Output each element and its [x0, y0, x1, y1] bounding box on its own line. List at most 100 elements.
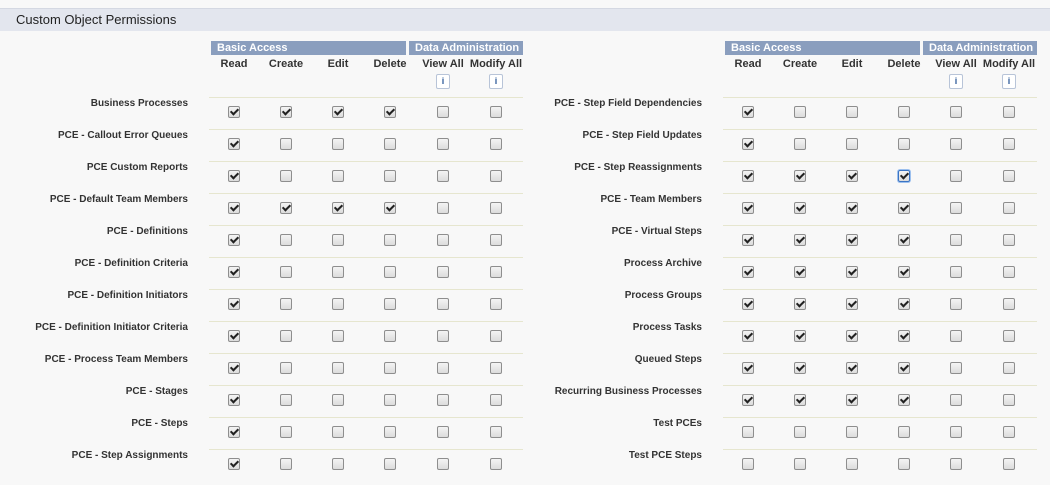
- object-label: PCE - Step Field Updates: [582, 130, 702, 141]
- row-divider: [723, 257, 1037, 258]
- permission-checkbox-delete[interactable]: [898, 426, 910, 438]
- info-icon[interactable]: i: [489, 74, 503, 89]
- permission-checkbox-edit[interactable]: [846, 266, 858, 278]
- permission-checkbox-create[interactable]: [794, 170, 806, 182]
- permission-checkbox-delete[interactable]: [898, 362, 910, 374]
- permission-checkbox-edit[interactable]: [846, 362, 858, 374]
- permission-checkbox-delete[interactable]: [898, 106, 910, 118]
- permission-checkbox-delete[interactable]: [898, 394, 910, 406]
- column-header-view-all: View All: [422, 58, 464, 70]
- permission-checkbox-view-all[interactable]: [950, 362, 962, 374]
- permission-checkbox-read[interactable]: [742, 362, 754, 374]
- row-divider: [723, 385, 1037, 386]
- row-divider: [723, 161, 1037, 162]
- permission-checkbox-modify-all[interactable]: [1003, 330, 1015, 342]
- permission-checkbox-read[interactable]: [742, 426, 754, 438]
- permission-checkbox-modify-all[interactable]: [1003, 170, 1015, 182]
- permission-checkbox-delete[interactable]: [898, 458, 910, 470]
- permission-checkbox-modify-all[interactable]: [1003, 394, 1015, 406]
- object-label: PCE - Virtual Steps: [611, 226, 702, 237]
- object-label: Test PCEs: [653, 418, 702, 429]
- permission-checkbox-view-all[interactable]: [950, 458, 962, 470]
- permission-checkbox-modify-all[interactable]: [1003, 362, 1015, 374]
- permission-checkbox-create[interactable]: [794, 394, 806, 406]
- permission-checkbox-create[interactable]: [794, 362, 806, 374]
- info-icon[interactable]: i: [1002, 74, 1016, 89]
- permission-checkbox-read[interactable]: [742, 298, 754, 310]
- permission-checkbox-edit[interactable]: [846, 426, 858, 438]
- permission-checkbox-view-all[interactable]: [950, 394, 962, 406]
- permission-checkbox-read[interactable]: [742, 170, 754, 182]
- permission-checkbox-modify-all[interactable]: [1003, 266, 1015, 278]
- permission-checkbox-delete[interactable]: [898, 138, 910, 150]
- permission-checkbox-read[interactable]: [742, 106, 754, 118]
- permission-checkbox-edit[interactable]: [846, 298, 858, 310]
- permission-checkbox-create[interactable]: [794, 426, 806, 438]
- permission-checkbox-modify-all[interactable]: [1003, 458, 1015, 470]
- permission-checkbox-read[interactable]: [742, 138, 754, 150]
- permission-checkbox-edit[interactable]: [846, 202, 858, 214]
- info-icon[interactable]: i: [436, 74, 450, 89]
- permission-checkbox-read[interactable]: [742, 394, 754, 406]
- permission-checkbox-create[interactable]: [794, 298, 806, 310]
- permission-checkbox-modify-all[interactable]: [1003, 202, 1015, 214]
- object-label: Process Groups: [624, 290, 702, 301]
- section-title: Custom Object Permissions: [16, 12, 177, 27]
- permission-checkbox-modify-all[interactable]: [1003, 234, 1015, 246]
- object-label: Recurring Business Processes: [554, 386, 702, 397]
- permission-checkbox-view-all[interactable]: [950, 202, 962, 214]
- permission-checkbox-edit[interactable]: [846, 330, 858, 342]
- object-label: PCE - Step Reassignments: [574, 162, 702, 173]
- permission-checkbox-create[interactable]: [794, 138, 806, 150]
- permission-checkbox-view-all[interactable]: [950, 234, 962, 246]
- permission-checkbox-view-all[interactable]: [950, 106, 962, 118]
- permission-checkbox-read[interactable]: [742, 458, 754, 470]
- permission-checkbox-delete[interactable]: [898, 170, 910, 182]
- permission-checkbox-view-all[interactable]: [950, 170, 962, 182]
- row-divider: [723, 353, 1037, 354]
- permission-checkbox-create[interactable]: [794, 202, 806, 214]
- permission-checkbox-read[interactable]: [742, 266, 754, 278]
- permission-checkbox-view-all[interactable]: [950, 266, 962, 278]
- permission-checkbox-view-all[interactable]: [950, 426, 962, 438]
- permission-checkbox-delete[interactable]: [898, 234, 910, 246]
- column-header-read: Read: [734, 58, 762, 70]
- permission-checkbox-read[interactable]: [742, 234, 754, 246]
- permission-checkbox-edit[interactable]: [846, 458, 858, 470]
- row-divider: [723, 321, 1037, 322]
- column-header-create: Create: [782, 58, 818, 70]
- permission-checkbox-delete[interactable]: [898, 202, 910, 214]
- permission-checkbox-read[interactable]: [742, 202, 754, 214]
- column-header-delete: Delete: [887, 58, 921, 70]
- permission-checkbox-read[interactable]: [742, 330, 754, 342]
- permission-checkbox-edit[interactable]: [846, 138, 858, 150]
- info-icon[interactable]: i: [949, 74, 963, 89]
- permission-checkbox-view-all[interactable]: [950, 298, 962, 310]
- permission-checkbox-delete[interactable]: [898, 298, 910, 310]
- row-divider: [723, 129, 1037, 130]
- object-label: Process Tasks: [632, 322, 702, 333]
- column-header-edit: Edit: [327, 58, 349, 70]
- permission-checkbox-delete[interactable]: [898, 266, 910, 278]
- permission-checkbox-create[interactable]: [794, 234, 806, 246]
- permission-checkbox-edit[interactable]: [846, 394, 858, 406]
- permission-checkbox-modify-all[interactable]: [1003, 138, 1015, 150]
- column-header-read: Read: [220, 58, 248, 70]
- permission-checkbox-create[interactable]: [794, 106, 806, 118]
- permission-checkbox-create[interactable]: [794, 330, 806, 342]
- permission-checkbox-edit[interactable]: [846, 234, 858, 246]
- permission-checkbox-delete[interactable]: [898, 330, 910, 342]
- group-basic-access: Basic Access: [211, 41, 406, 55]
- permission-checkbox-view-all[interactable]: [950, 138, 962, 150]
- permission-checkbox-modify-all[interactable]: [1003, 426, 1015, 438]
- permission-checkbox-modify-all[interactable]: [1003, 298, 1015, 310]
- group-data-administration: Data Administration: [409, 41, 523, 55]
- group-data-administration: Data Administration: [923, 41, 1037, 55]
- permission-checkbox-view-all[interactable]: [950, 330, 962, 342]
- permission-checkbox-edit[interactable]: [846, 106, 858, 118]
- permission-checkbox-create[interactable]: [794, 458, 806, 470]
- permission-checkbox-create[interactable]: [794, 266, 806, 278]
- row-divider: [723, 193, 1037, 194]
- permission-checkbox-modify-all[interactable]: [1003, 106, 1015, 118]
- permission-checkbox-edit[interactable]: [846, 170, 858, 182]
